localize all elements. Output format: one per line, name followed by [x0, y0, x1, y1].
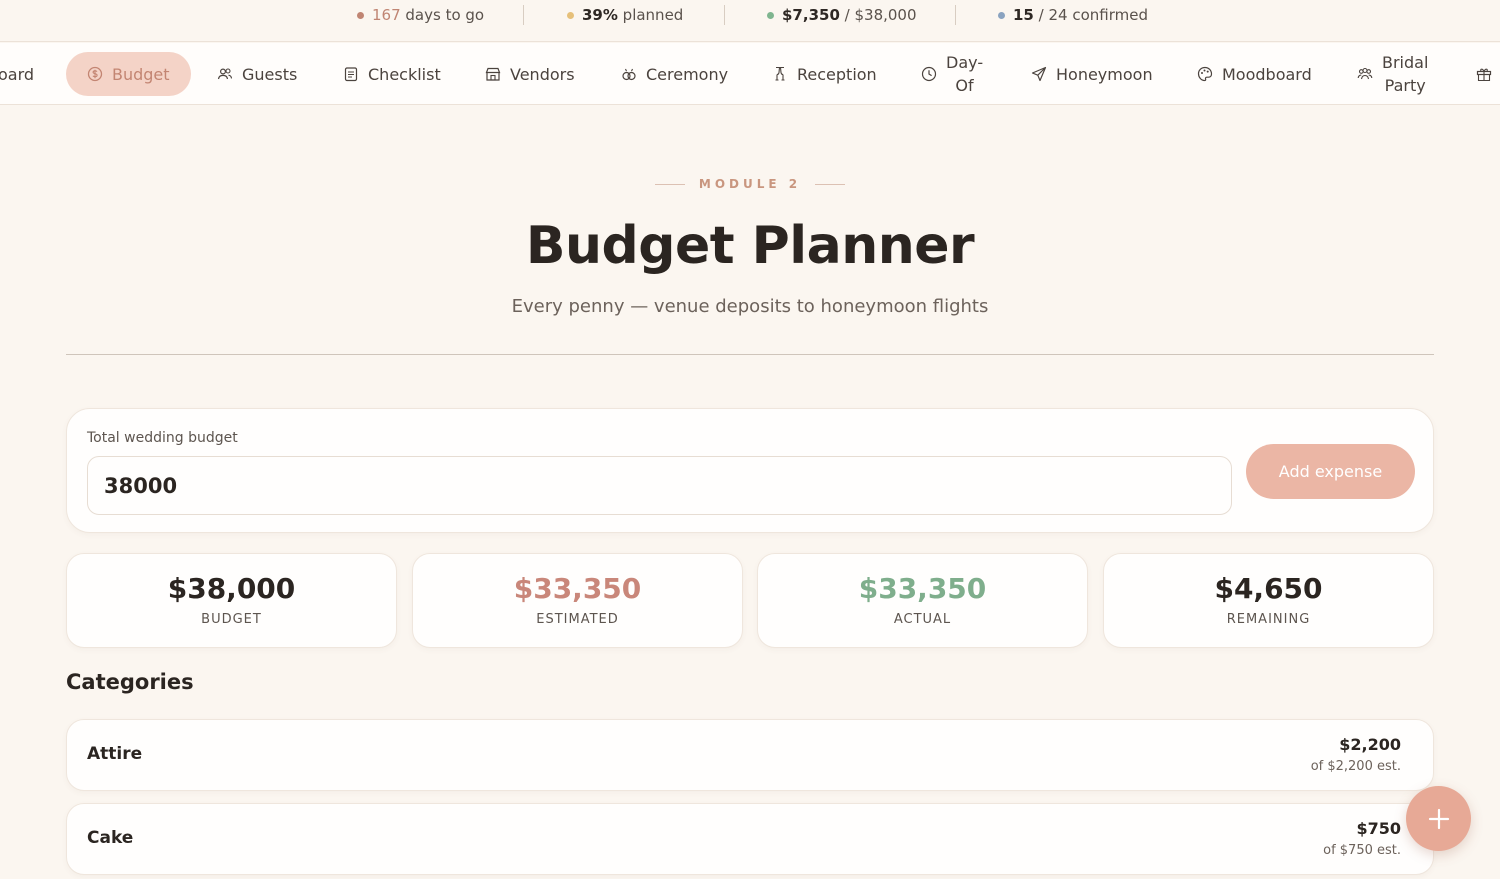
page-title: Budget Planner: [525, 216, 975, 276]
nav-item-label: Honeymoon: [1056, 64, 1153, 84]
add-expense-button[interactable]: Add expense: [1246, 444, 1415, 499]
status-dot-icon: [998, 11, 1005, 19]
storefront-icon: [485, 67, 501, 81]
stat-caption: BUDGET: [201, 612, 262, 627]
clock-icon: [921, 66, 937, 82]
gift-icon: [1476, 68, 1492, 82]
confirmed-total: / 24 confirmed: [1033, 6, 1148, 24]
spent-stat: $7,350 / $38,000: [767, 0, 917, 30]
nav-item-budget[interactable]: Budget: [66, 52, 191, 96]
confirmed-stat: 15 / 24 confirmed: [998, 0, 1148, 30]
nav-item-label: Checklist: [368, 64, 441, 84]
nav-item-moodboard[interactable]: Moodboard: [1197, 52, 1312, 96]
add-floating-button[interactable]: [1406, 786, 1471, 851]
divider: [955, 5, 956, 25]
stat-value: $38,000: [167, 572, 296, 605]
nav-item-label: Budget: [112, 64, 170, 84]
category-estimate: of $750 est.: [1323, 843, 1401, 858]
stat-value: $33,350: [513, 572, 642, 605]
nav-item-label: Guests: [242, 64, 298, 84]
nav-item-dashboard[interactable]: oard: [0, 52, 34, 96]
glasses-icon: [775, 66, 785, 81]
stat-caption: ESTIMATED: [536, 612, 619, 627]
category-row-attire[interactable]: Attire $2,200 of $2,200 est.: [66, 719, 1434, 791]
eyebrow-text: MODULE 2: [698, 177, 802, 191]
category-name: Cake: [87, 828, 134, 848]
nav-item-label: oard: [0, 64, 35, 84]
nav-item-checklist[interactable]: Checklist: [343, 52, 441, 96]
nav-item-label: Ceremony: [646, 64, 729, 84]
users-icon: [217, 68, 233, 80]
stat-caption: ACTUAL: [893, 612, 952, 627]
page-subtitle: Every penny — venue deposits to honeymoo…: [511, 296, 989, 317]
stat-value: $33,350: [858, 572, 987, 605]
nav-item-bridal-party[interactable]: Bridal Party: [1357, 52, 1428, 96]
plus-icon: [1428, 808, 1449, 829]
nav-item-label: Bridal Party: [1382, 53, 1429, 95]
palette-icon: [1197, 66, 1213, 82]
module-nav: oard Budget Guests Checklist Vendors Cer…: [0, 43, 1500, 105]
planned-stat: 39% planned: [567, 0, 683, 30]
category-amount: $2,200: [1339, 735, 1401, 754]
nav-item-ceremony[interactable]: Ceremony: [621, 52, 728, 96]
nav-item-reception[interactable]: Reception: [772, 52, 877, 96]
budget-input[interactable]: [87, 456, 1232, 515]
divider: [523, 5, 524, 25]
header-divider: [66, 354, 1434, 355]
nav-item-registry[interactable]: [1476, 52, 1492, 96]
nav-item-day-of[interactable]: Day- Of: [921, 52, 983, 96]
spent-total: / $38,000: [839, 6, 917, 24]
divider: [724, 5, 725, 25]
nav-item-guests[interactable]: Guests: [217, 52, 297, 96]
budget-label: Total wedding budget: [87, 430, 238, 446]
eyebrow-line: [654, 183, 685, 185]
status-strip: 167 days to go 39% planned $7,350 / $38,…: [0, 0, 1500, 42]
days-count: 167: [372, 6, 401, 24]
status-dot-icon: [357, 11, 364, 19]
rings-icon: [622, 68, 636, 81]
module-eyebrow: MODULE 2: [0, 177, 1500, 191]
nav-item-label: Reception: [797, 64, 877, 84]
dollar-circle-icon: [87, 66, 103, 82]
stat-card-estimated: $33,350 ESTIMATED: [412, 553, 743, 648]
eyebrow-line: [815, 183, 846, 185]
status-dot-icon: [567, 11, 574, 19]
category-estimate: of $2,200 est.: [1310, 759, 1401, 774]
nav-item-label: Vendors: [510, 64, 575, 84]
planned-label: planned: [617, 6, 684, 24]
status-dot-icon: [767, 11, 774, 19]
spent-amount: $7,350: [782, 6, 840, 24]
stat-card-budget: $38,000 BUDGET: [66, 553, 397, 648]
group-icon: [1357, 67, 1373, 80]
nav-item-honeymoon[interactable]: Honeymoon: [1031, 52, 1153, 96]
confirmed-count: 15: [1013, 6, 1034, 24]
category-amount: $750: [1356, 819, 1401, 838]
nav-item-label: Moodboard: [1222, 64, 1312, 84]
nav-item-vendors[interactable]: Vendors: [485, 52, 575, 96]
category-name: Attire: [87, 744, 143, 764]
stat-card-actual: $33,350 ACTUAL: [757, 553, 1088, 648]
stat-caption: REMAINING: [1226, 612, 1311, 627]
days-to-go-stat: 167 days to go: [357, 0, 484, 30]
nav-item-label: Day- Of: [946, 53, 984, 95]
stat-value: $4,650: [1214, 572, 1323, 605]
days-label: days to go: [400, 6, 485, 24]
stat-card-remaining: $4,650 REMAINING: [1103, 553, 1434, 648]
send-icon: [1031, 66, 1047, 82]
budget-card: Total wedding budget Add expense: [66, 408, 1434, 533]
categories-heading: Categories: [66, 670, 194, 694]
clipboard-icon: [344, 67, 358, 82]
planned-pct: 39%: [582, 6, 618, 24]
category-row-cake[interactable]: Cake $750 of $750 est.: [66, 803, 1434, 875]
